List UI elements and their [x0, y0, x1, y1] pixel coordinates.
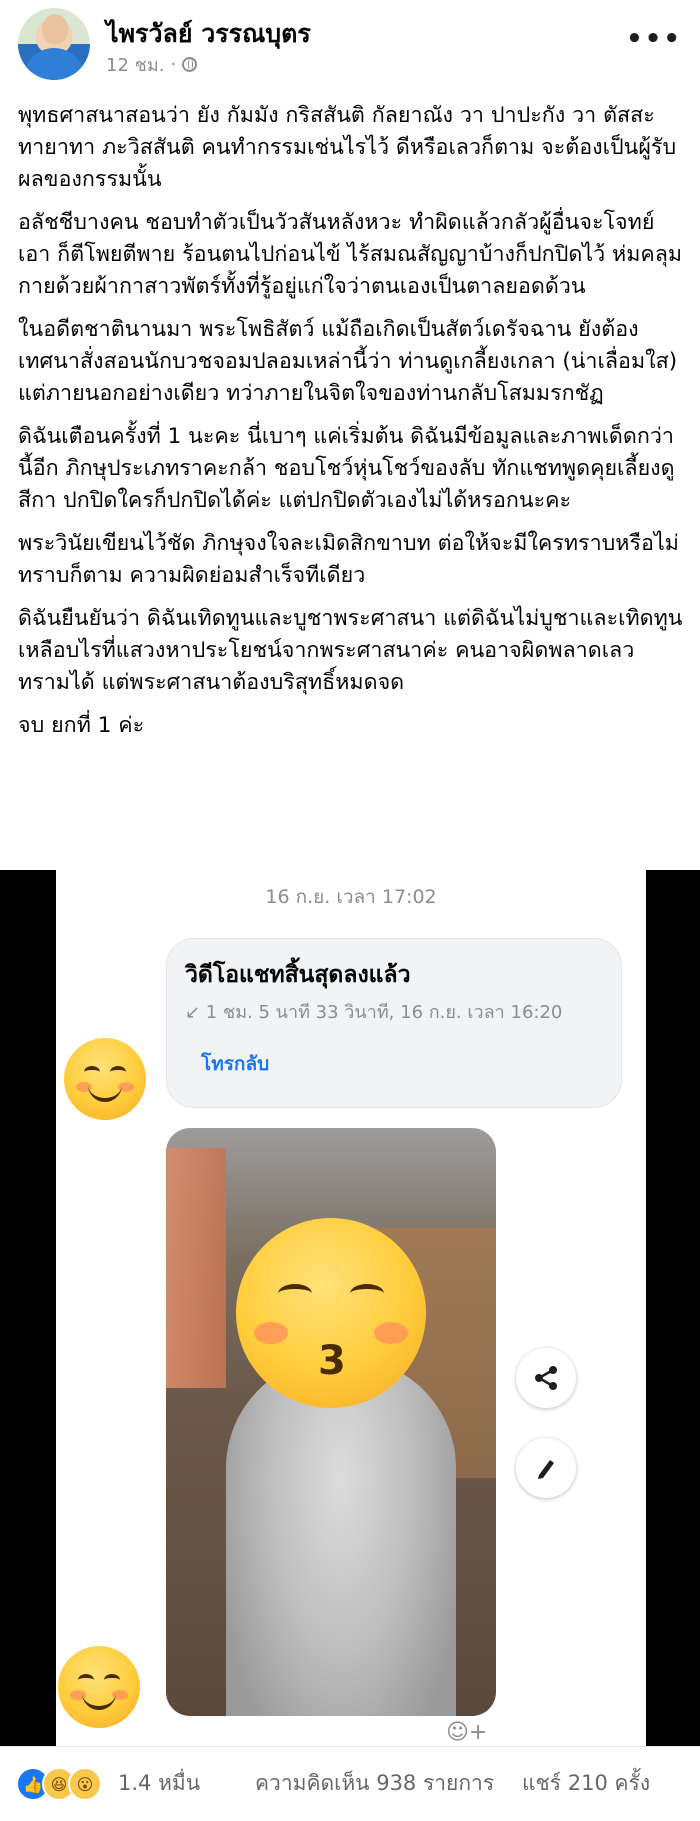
wow-icon: 😮 — [68, 1767, 102, 1801]
emoji-mouth — [82, 1690, 116, 1710]
call-ended-bubble: วิดีโอแชทสิ้นสุดลงแล้ว ↙ 1 ชม. 5 นาที 33… — [166, 938, 622, 1108]
smile-emoji-icon — [64, 1038, 146, 1120]
edit-icon[interactable] — [516, 1438, 576, 1498]
photo-curtain — [166, 1148, 226, 1388]
chat-photo: 3 — [166, 1128, 496, 1716]
post-time[interactable]: 12 ชม. — [106, 50, 164, 79]
emoji-eye — [84, 1066, 100, 1078]
post-header: ไพรวัลย์ วรรณบุตร 12 ชม. · ••• — [0, 0, 700, 96]
emoji-eye — [78, 1674, 94, 1686]
call-title: วิดีโอแชทสิ้นสุดลงแล้ว — [185, 962, 411, 988]
post-text: พุทธศาสนาสอนว่า ยัง กัมมัง กริสสันติ กัล… — [18, 100, 684, 753]
reaction-count[interactable]: 1.4 หมื่น — [118, 1767, 200, 1800]
paragraph: พุทธศาสนาสอนว่า ยัง กัมมัง กริสสันติ กัล… — [18, 103, 677, 192]
chat-timestamp: 16 ก.ย. เวลา 17:02 — [265, 886, 437, 908]
shares-count[interactable]: แชร์ 210 ครั้ง — [522, 1767, 650, 1800]
photo-torso — [226, 1358, 456, 1716]
paragraph: อลัชชีบางคน ชอบทำตัวเป็นวัวสันหลังหวะ ทำ… — [18, 210, 683, 299]
emoji-mouth — [88, 1082, 122, 1102]
separator-dot: · — [170, 54, 177, 75]
emoji-eye — [350, 1284, 384, 1303]
globe-icon — [182, 57, 198, 72]
paragraph: จบ ยกที่ 1 ค่ะ — [18, 713, 145, 738]
kiss-emoji-icon: 3 — [236, 1218, 426, 1408]
comments-count[interactable]: ความคิดเห็น 938 รายการ — [255, 1767, 494, 1800]
call-back-button[interactable]: โทรกลับ — [201, 1049, 269, 1079]
avatar-shirt — [24, 48, 84, 80]
avatar-head — [42, 14, 68, 44]
add-reaction-icon[interactable]: ☺+ — [446, 1720, 487, 1745]
emoji-mouth: 3 — [318, 1338, 346, 1384]
post-footer: 👍 😆 😮 1.4 หมื่น ความคิดเห็น 938 รายการ แ… — [0, 1746, 700, 1821]
emoji-cheek — [254, 1322, 288, 1344]
paragraph: พระวินัยเขียนไว้ชัด ภิกษุจงใจละเมิดสิกขา… — [18, 531, 679, 588]
paragraph: ดิฉันเตือนครั้งที่ 1 นะคะ นี่เบาๆ แค่เริ… — [18, 424, 675, 513]
more-icon[interactable]: ••• — [626, 24, 682, 54]
paragraph: ดิฉันยืนยันว่า ดิฉันเทิดทูนและบูชาพระศาส… — [18, 606, 683, 695]
share-icon[interactable] — [516, 1348, 576, 1408]
emoji-eye — [110, 1066, 126, 1078]
post-meta: 12 ชม. · — [106, 50, 198, 79]
call-detail: ↙ 1 ชม. 5 นาที 33 วินาที, 16 ก.ย. เวลา 1… — [185, 1002, 563, 1023]
avatar[interactable] — [18, 8, 90, 80]
emoji-eye — [278, 1284, 312, 1303]
post-photo[interactable]: 16 ก.ย. เวลา 17:02 วิดีโอแชทสิ้นสุดลงแล้… — [0, 870, 700, 1746]
emoji-eye — [104, 1674, 120, 1686]
author-name[interactable]: ไพรวัลย์ วรรณบุตร — [106, 14, 311, 54]
reaction-icons[interactable]: 👍 😆 😮 — [16, 1767, 102, 1801]
chat-screenshot: 16 ก.ย. เวลา 17:02 วิดีโอแชทสิ้นสุดลงแล้… — [56, 870, 646, 1746]
emoji-cheek — [374, 1322, 408, 1344]
paragraph: ในอดีตชาตินานมา พระโพธิสัตว์ แม้ถือเกิดเ… — [18, 317, 678, 406]
smile-emoji-icon — [58, 1646, 140, 1728]
